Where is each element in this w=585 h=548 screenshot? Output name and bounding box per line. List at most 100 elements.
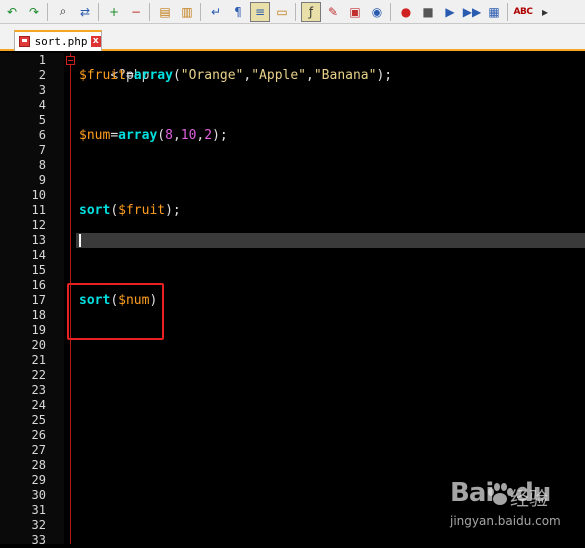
console-icon[interactable]: ▸ xyxy=(535,2,555,22)
line-number: 10 xyxy=(31,188,46,202)
code-line-6: $num=array(8,10,2); xyxy=(79,128,228,143)
stop-macro-icon[interactable]: ■ xyxy=(418,2,438,22)
line-number: 31 xyxy=(31,503,46,517)
operator-token: = xyxy=(110,128,119,143)
undo-icon[interactable]: ↶ xyxy=(2,2,22,22)
text-caret xyxy=(79,234,81,247)
line-number: 23 xyxy=(31,383,46,397)
function-token: array xyxy=(133,68,173,83)
comma-token: , xyxy=(306,68,314,83)
toolbar-separator xyxy=(200,2,201,21)
code-line-11: sort($fruit); xyxy=(79,203,181,218)
annotation-highlight-box xyxy=(67,283,164,340)
paren-token: ( xyxy=(157,128,166,143)
line-number: 7 xyxy=(38,143,46,157)
line-number: 6 xyxy=(38,128,46,142)
operator-token: = xyxy=(125,68,134,83)
toolbar-separator xyxy=(390,2,391,21)
replace-icon[interactable]: ⇄ xyxy=(75,2,95,22)
line-number: 5 xyxy=(38,113,46,127)
toolbar-separator xyxy=(98,2,99,21)
close-tab-icon[interactable]: x xyxy=(90,36,101,47)
line-number: 1 xyxy=(38,53,46,67)
monitor-icon[interactable]: ◉ xyxy=(367,2,387,22)
doc-map-icon[interactable]: ✎ xyxy=(323,2,343,22)
line-number: 14 xyxy=(31,248,46,262)
file-modified-icon xyxy=(19,36,30,47)
line-number: 22 xyxy=(31,368,46,382)
zoom-in-icon[interactable]: + xyxy=(104,2,124,22)
watermark-url: jingyan.baidu.com xyxy=(450,514,561,528)
line-number: 29 xyxy=(31,473,46,487)
find-icon[interactable]: ⌕ xyxy=(53,2,73,22)
fold-collapse-icon[interactable] xyxy=(66,56,75,65)
number-token: 8 xyxy=(165,128,173,143)
toolbar-separator xyxy=(47,2,48,21)
line-number: 30 xyxy=(31,488,46,502)
line-number: 4 xyxy=(38,98,46,112)
function-token: sort xyxy=(79,203,111,218)
panel-icon[interactable]: ▣ xyxy=(345,2,365,22)
spell-check-icon[interactable]: ABC xyxy=(513,2,533,22)
function-token: array xyxy=(118,128,158,143)
run-macro-multiple-icon[interactable]: ▶▶ xyxy=(462,2,482,22)
function-list-icon[interactable]: ƒ xyxy=(301,1,321,22)
play-macro-icon[interactable]: ▶ xyxy=(440,2,460,22)
line-number: 21 xyxy=(31,353,46,367)
number-token: 10 xyxy=(180,128,197,143)
line-number: 25 xyxy=(31,413,46,427)
line-number: 20 xyxy=(31,338,46,352)
sync-horizontal-icon[interactable]: ▥ xyxy=(177,2,197,22)
line-number: 2 xyxy=(38,68,46,82)
word-wrap-icon[interactable]: ↵ xyxy=(206,2,226,22)
tab-sort-php[interactable]: sort.php x xyxy=(14,30,102,51)
string-token: "Orange" xyxy=(180,68,244,83)
line-number: 8 xyxy=(38,158,46,172)
watermark-subtitle: 经验 xyxy=(510,488,549,510)
line-number: 11 xyxy=(31,203,46,217)
paren-token: ( xyxy=(110,203,119,218)
code-editor[interactable]: 1 2 3 4 5 6 7 8 9 10 11 12 13 14 15 16 17 18 19 20 21 22 23 24 2… xyxy=(0,53,585,547)
line-number: 9 xyxy=(38,173,46,187)
zoom-out-icon[interactable]: − xyxy=(126,2,146,22)
line-number: 19 xyxy=(31,323,46,337)
save-macro-icon[interactable]: ▦ xyxy=(484,2,504,22)
record-macro-icon[interactable]: ● xyxy=(396,2,416,22)
string-token: "Apple" xyxy=(251,68,307,83)
paren-token: ( xyxy=(172,68,181,83)
line-number: 26 xyxy=(31,428,46,442)
line-number: 18 xyxy=(31,308,46,322)
toolbar-separator xyxy=(507,2,508,21)
paren-token: ); xyxy=(165,203,181,218)
toolbar-separator xyxy=(295,2,296,21)
variable-token: $fruit xyxy=(79,68,126,83)
current-line-highlight xyxy=(76,233,585,248)
toolbar-separator xyxy=(149,2,150,21)
indent-guide-icon[interactable]: ≡ xyxy=(250,1,270,22)
variable-token: $fruit xyxy=(118,203,166,218)
line-number: 16 xyxy=(31,278,46,292)
sync-vertical-icon[interactable]: ▤ xyxy=(155,2,175,22)
string-token: "Banana" xyxy=(313,68,377,83)
line-number: 12 xyxy=(31,218,46,232)
paren-token: ); xyxy=(376,68,393,83)
line-number: 33 xyxy=(31,533,46,547)
line-number: 28 xyxy=(31,458,46,472)
line-number: 24 xyxy=(31,398,46,412)
folder-icon[interactable]: ▭ xyxy=(272,2,292,22)
toolbar: ↶ ↷ ⌕ ⇄ + − ▤ ▥ ↵ ¶ ≡ ▭ ƒ ✎ ▣ ◉ ● ■ ▶ ▶▶ ▦ ABC ▸ xyxy=(0,0,585,24)
line-number: 3 xyxy=(38,83,46,97)
comma-token: , xyxy=(172,128,181,143)
baidu-jingyan-watermark: Bai du 经验 jingyan.baidu.com xyxy=(450,478,580,540)
line-number: 13 xyxy=(31,233,46,247)
tab-bar: sort.php x xyxy=(0,24,585,51)
line-number: 17 xyxy=(31,293,46,307)
line-number: 15 xyxy=(31,263,46,277)
line-number: 32 xyxy=(31,518,46,532)
line-number: 27 xyxy=(31,443,46,457)
tab-label: sort.php xyxy=(34,35,88,48)
line-number-gutter: 1 2 3 4 5 6 7 8 9 10 11 12 13 14 15 16 17 18 19 20 21 22 23 24 2… xyxy=(0,53,64,547)
paren-token: ); xyxy=(212,128,228,143)
redo-icon[interactable]: ↷ xyxy=(24,2,44,22)
show-all-chars-icon[interactable]: ¶ xyxy=(228,2,248,22)
